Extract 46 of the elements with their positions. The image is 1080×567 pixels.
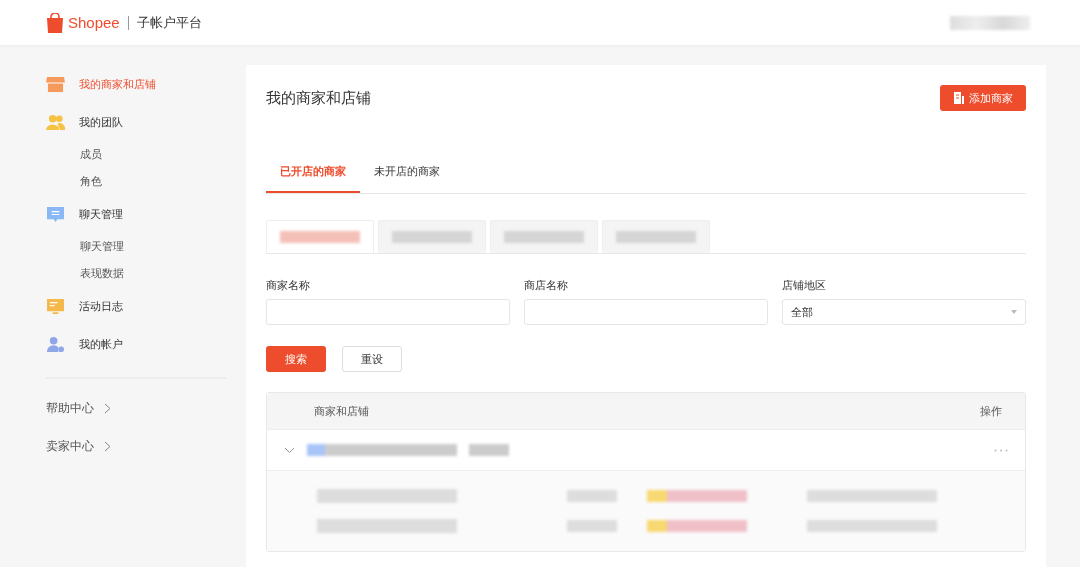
search-button[interactable]: 搜索 [266, 346, 326, 372]
store-icon [46, 75, 65, 93]
chat-icon [46, 205, 65, 223]
sidebar-subitem[interactable]: 表现数据 [46, 260, 226, 287]
monitor-icon [46, 297, 65, 315]
blurred-text [567, 520, 617, 532]
input-field[interactable] [524, 299, 768, 325]
blurred-tab[interactable] [266, 220, 374, 253]
field-label: 店铺地区 [782, 278, 827, 293]
tab[interactable]: 已开店的商家 [266, 154, 360, 193]
user-gear-icon [46, 335, 65, 353]
region-dropdown[interactable]: 全部 [782, 299, 1026, 325]
input-field[interactable] [266, 299, 510, 325]
add-merchant-button[interactable]: 添加商家 [940, 85, 1026, 111]
reset-button[interactable]: 重设 [342, 346, 402, 372]
field-label: 商家名称 [266, 278, 311, 293]
column-header: 操作 [980, 403, 1002, 419]
field-label: 商店名称 [524, 278, 569, 293]
chevron-right-icon [104, 402, 111, 414]
sidebar-item[interactable]: 聊天管理 [46, 195, 226, 233]
brand-logo-text[interactable]: Shopee [68, 14, 120, 31]
team-icon [46, 113, 65, 131]
sidebar-subitem[interactable]: 角色 [46, 168, 226, 195]
chevron-down-icon[interactable] [284, 446, 295, 454]
page-title: 我的商家和店铺 [266, 88, 371, 108]
shopee-bag-icon [46, 12, 64, 33]
caret-icon [1011, 310, 1017, 314]
sidebar-item[interactable]: 我的团队 [46, 103, 226, 141]
sidebar-item[interactable]: 活动日志 [46, 287, 226, 325]
tab[interactable]: 未开店的商家 [360, 154, 454, 193]
chevron-right-icon [104, 440, 111, 452]
blurred-text [469, 444, 509, 456]
sidebar-item[interactable]: 我的帐户 [46, 325, 226, 363]
column-header: 商家和店铺 [314, 403, 369, 419]
platform-title: 子帐户平台 [136, 13, 202, 32]
document-icon [953, 92, 964, 104]
sidebar-link[interactable]: 卖家中心 [46, 427, 226, 465]
blurred-tab[interactable] [378, 220, 486, 253]
blurred-text [567, 490, 617, 502]
blurred-tab[interactable] [490, 220, 598, 253]
blurred-tab[interactable] [602, 220, 710, 253]
sidebar-subitem[interactable]: 成员 [46, 141, 226, 168]
sidebar-link[interactable]: 帮助中心 [46, 389, 226, 427]
blurred-account-name[interactable] [950, 15, 1030, 30]
sidebar-subitem[interactable]: 聊天管理 [46, 233, 226, 260]
sidebar-item[interactable]: 我的商家和店铺 [46, 65, 226, 103]
